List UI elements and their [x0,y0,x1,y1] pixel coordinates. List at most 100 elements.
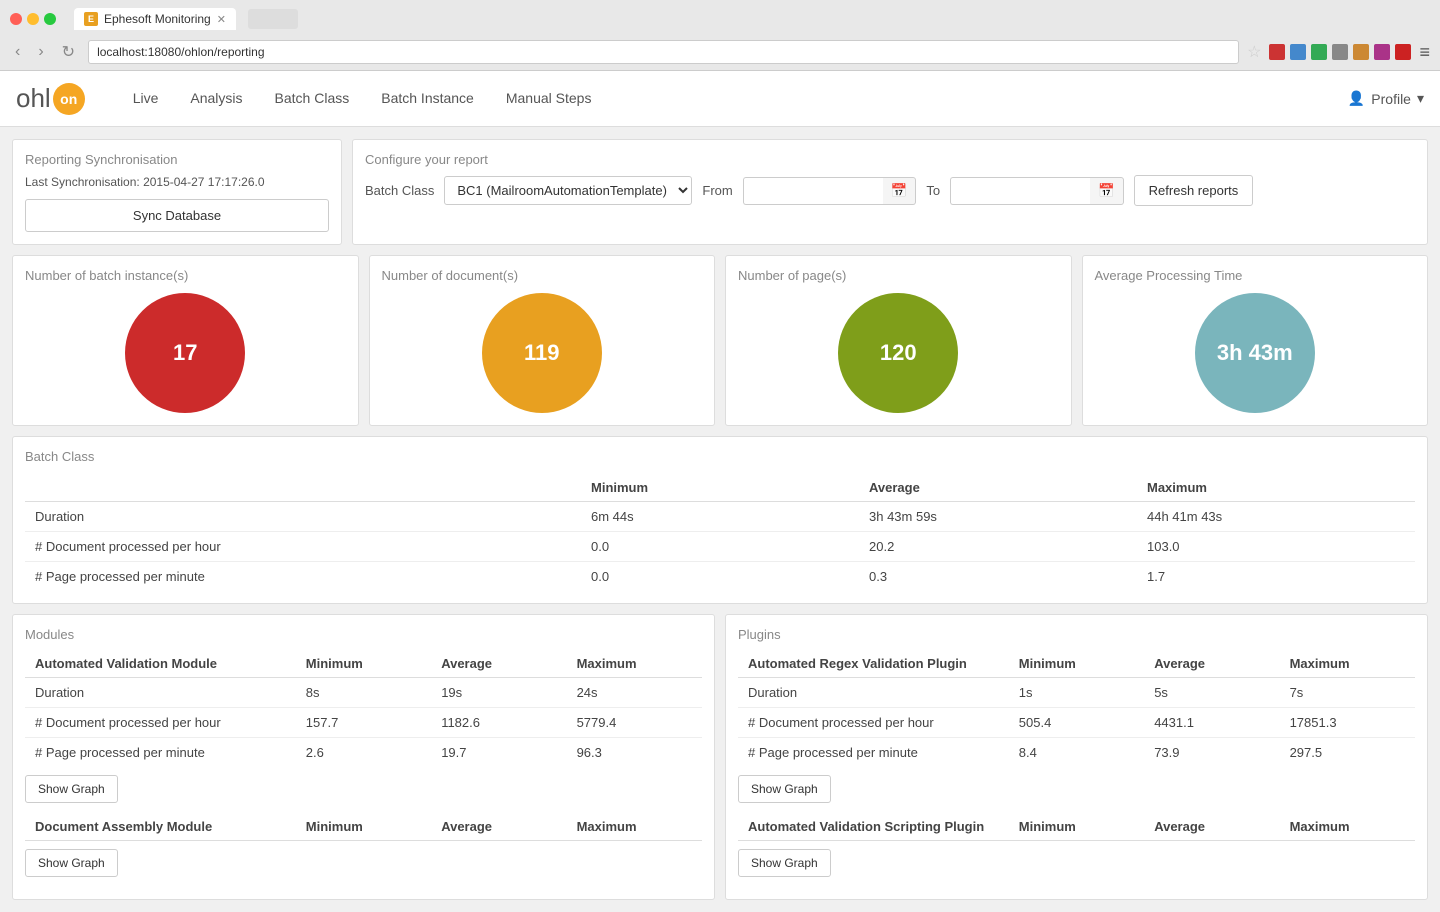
nav-manual-steps[interactable]: Manual Steps [490,71,608,127]
stat-panel-1: Number of document(s) 119 [369,255,716,426]
plugins-container: Automated Regex Validation Plugin Minimu… [738,650,1415,887]
min-cell: 505.4 [1009,708,1144,738]
sync-title: Reporting Synchronisation [25,152,329,167]
ext-icon-5 [1353,44,1369,60]
profile-button[interactable]: 👤 Profile ▾ [1348,90,1424,107]
logo-on: on [53,83,85,115]
col-avg-1: Average [431,813,566,841]
modules-panel: Modules Automated Validation Module Mini… [12,614,715,900]
module-table-1: Document Assembly Module Minimum Average… [25,813,702,841]
refresh-reports-button[interactable]: Refresh reports [1134,175,1254,206]
forward-button[interactable]: › [33,41,48,63]
table-row: # Document processed per hour 505.4 4431… [738,708,1415,738]
user-icon: 👤 [1348,90,1365,107]
to-label: To [926,183,940,198]
col-header-minimum: Minimum [581,474,859,502]
maximize-button[interactable] [44,13,56,25]
browser-menu-icon[interactable]: ≡ [1419,42,1430,63]
metric-cell: # Document processed per hour [738,708,1009,738]
module-table-0: Automated Regex Validation Plugin Minimu… [738,650,1415,767]
min-cell: 0.0 [581,562,859,592]
avg-cell: 1182.6 [431,708,566,738]
stats-row: Number of batch instance(s) 17 Number of… [12,255,1428,426]
col-header-metric [25,474,581,502]
tab-close-icon[interactable]: ✕ [217,13,226,26]
metric-cell: # Document processed per hour [25,532,581,562]
profile-label: Profile [1371,91,1411,107]
from-date-input[interactable] [743,177,883,205]
tab-title: Ephesoft Monitoring [104,12,211,26]
nav-batch-class[interactable]: Batch Class [259,71,366,127]
batch-class-table-title: Batch Class [25,449,1415,464]
tab-favicon: E [84,12,98,26]
stat-circle-0: 17 [125,293,245,413]
browser-chrome: E Ephesoft Monitoring ✕ ‹ › ↻ ☆ ≡ [0,0,1440,71]
col-avg-0: Average [1144,650,1279,678]
show-graph-button-0[interactable]: Show Graph [25,775,118,803]
show-graph-button-1[interactable]: Show Graph [25,849,118,877]
sync-database-button[interactable]: Sync Database [25,199,329,232]
show-graph-button-0[interactable]: Show Graph [738,775,831,803]
modules-title: Modules [25,627,702,642]
stat-circle-wrap-1: 119 [382,293,703,413]
avg-cell: 73.9 [1144,738,1279,768]
reload-button[interactable]: ↻ [57,40,80,64]
batch-class-table: Minimum Average Maximum Duration 6m 44s … [25,474,1415,591]
min-cell: 157.7 [296,708,431,738]
app: ohl on Live Analysis Batch Class Batch I… [0,71,1440,912]
plugins-title: Plugins [738,627,1415,642]
browser-toolbar: ‹ › ↻ ☆ ≡ [0,36,1440,70]
col-name-0: Automated Regex Validation Plugin [738,650,1009,678]
to-calendar-icon[interactable]: 📅 [1090,177,1124,205]
browser-tab[interactable]: E Ephesoft Monitoring ✕ [74,8,236,30]
metric-cell: # Page processed per minute [25,562,581,592]
from-calendar-icon[interactable]: 📅 [883,177,917,205]
col-max-0: Maximum [1280,650,1415,678]
new-tab-area [248,9,298,29]
col-avg-0: Average [431,650,566,678]
table-row: Duration 1s 5s 7s [738,678,1415,708]
back-button[interactable]: ‹ [10,41,25,63]
min-cell: 8.4 [1009,738,1144,768]
nav-live[interactable]: Live [117,71,175,127]
max-cell: 7s [1280,678,1415,708]
table-row: Duration 8s 19s 24s [25,678,702,708]
avg-cell: 19.7 [431,738,566,768]
col-name-1: Document Assembly Module [25,813,296,841]
to-date-input[interactable] [950,177,1090,205]
min-cell: 8s [296,678,431,708]
config-title: Configure your report [365,152,1415,167]
app-header: ohl on Live Analysis Batch Class Batch I… [0,71,1440,127]
col-max-1: Maximum [1280,813,1415,841]
section-0: Automated Regex Validation Plugin Minimu… [738,650,1415,813]
bookmark-icon[interactable]: ☆ [1247,42,1261,62]
min-cell: 0.0 [581,532,859,562]
section-1: Document Assembly Module Minimum Average… [25,813,702,887]
to-date-wrapper: 📅 [950,177,1124,205]
batch-class-panel: Batch Class Minimum Average Maximum Dura… [12,436,1428,604]
show-graph-button-1[interactable]: Show Graph [738,849,831,877]
table-row: # Document processed per hour 157.7 1182… [25,708,702,738]
stat-circle-2: 120 [838,293,958,413]
batch-class-select[interactable]: BC1 (MailroomAutomationTemplate) [444,176,692,205]
col-min-0: Minimum [296,650,431,678]
from-date-wrapper: 📅 [743,177,917,205]
col-name-0: Automated Validation Module [25,650,296,678]
max-cell: 1.7 [1137,562,1415,592]
nav-batch-instance[interactable]: Batch Instance [365,71,490,127]
close-button[interactable] [10,13,22,25]
main-content: Reporting Synchronisation Last Synchroni… [0,127,1440,912]
ext-icon-7 [1395,44,1411,60]
stat-title-0: Number of batch instance(s) [25,268,188,283]
col-min-1: Minimum [296,813,431,841]
minimize-button[interactable] [27,13,39,25]
address-bar[interactable] [88,40,1239,64]
config-panel: Configure your report Batch Class BC1 (M… [352,139,1428,245]
col-min-1: Minimum [1009,813,1144,841]
config-form-row: Batch Class BC1 (MailroomAutomationTempl… [365,175,1415,206]
stat-title-1: Number of document(s) [382,268,519,283]
nav-analysis[interactable]: Analysis [174,71,258,127]
avg-cell: 0.3 [859,562,1137,592]
stat-title-3: Average Processing Time [1095,268,1243,283]
table-row: Duration 6m 44s 3h 43m 59s 44h 41m 43s [25,502,1415,532]
